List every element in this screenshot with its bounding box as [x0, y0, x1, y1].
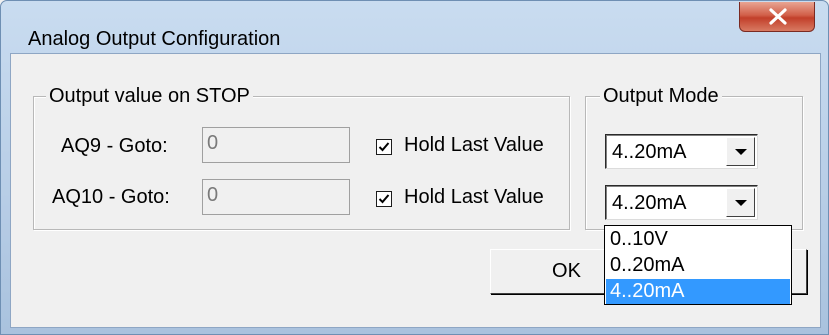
close-icon	[769, 8, 787, 25]
chevron-down-icon	[735, 149, 747, 155]
title-bar[interactable]: Analog Output Configuration	[1, 1, 828, 53]
ok-button-label: OK	[552, 260, 581, 282]
aq9-output-mode-select[interactable]: 4..20mA	[605, 134, 758, 169]
aq10-output-mode-value: 4..20mA	[612, 192, 687, 214]
output-mode-dropdown-list: 0..10V 0..20mA 4..20mA	[604, 225, 792, 305]
aq10-output-mode-dropdown-button[interactable]	[726, 188, 755, 217]
aq10-hold-last-value-checkbox[interactable]	[376, 191, 392, 207]
checkmark-icon	[378, 194, 390, 204]
chevron-down-icon	[735, 200, 747, 206]
close-button[interactable]	[739, 2, 815, 32]
option-0-10v[interactable]: 0..10V	[606, 227, 790, 252]
checkmark-icon	[378, 142, 390, 152]
aq9-output-mode-dropdown-button[interactable]	[726, 137, 755, 166]
option-4-20ma[interactable]: 4..20mA	[606, 279, 790, 304]
aq10-goto-label: AQ10 - Goto:	[52, 186, 170, 208]
aq9-goto-label: AQ9 - Goto:	[61, 135, 168, 157]
window-title: Analog Output Configuration	[28, 28, 281, 50]
aq10-output-mode-select[interactable]: 4..20mA	[605, 185, 758, 220]
group-legend-output-value-on-stop: Output value on STOP	[46, 84, 253, 108]
aq10-goto-field[interactable]: 0	[202, 179, 350, 215]
aq9-hold-last-value-checkbox[interactable]	[376, 139, 392, 155]
aq9-goto-field[interactable]: 0	[202, 127, 350, 163]
aq9-hold-last-value-label[interactable]: Hold Last Value	[404, 134, 544, 157]
dialog-window: Analog Output Configuration Output value…	[0, 0, 829, 335]
option-0-20ma[interactable]: 0..20mA	[606, 253, 790, 278]
aq9-output-mode-value: 4..20mA	[612, 141, 687, 163]
aq10-hold-last-value-label[interactable]: Hold Last Value	[404, 186, 544, 209]
group-legend-output-mode: Output Mode	[600, 84, 722, 108]
